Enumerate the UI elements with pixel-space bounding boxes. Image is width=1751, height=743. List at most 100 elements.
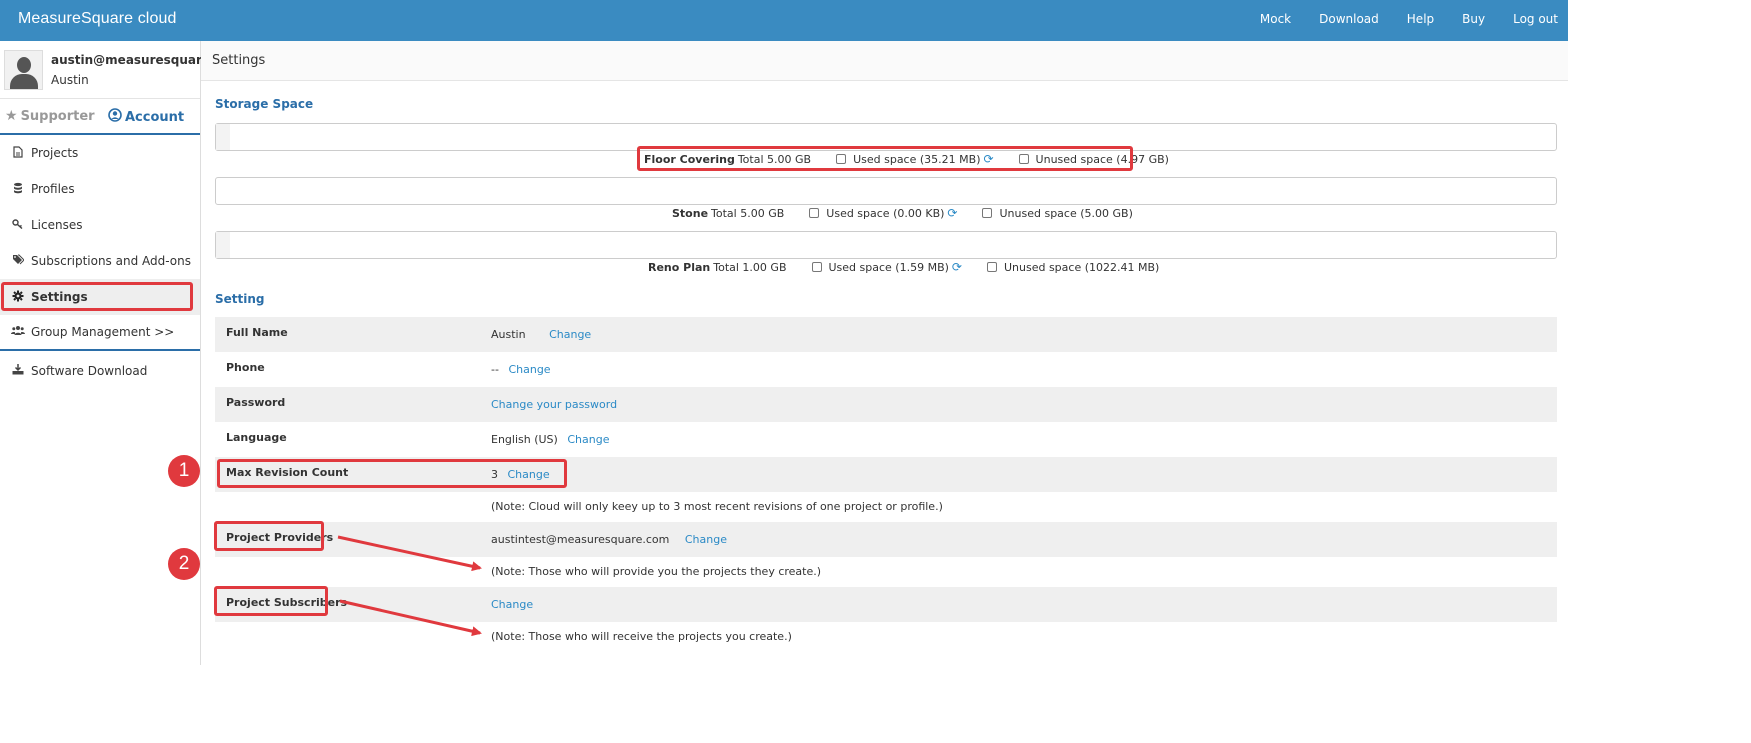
storage-total: Total 1.00 GB	[713, 260, 787, 274]
sidebar-item-profiles[interactable]: Profiles	[0, 171, 200, 207]
change-subscribers-link[interactable]: Change	[491, 598, 533, 611]
users-icon	[10, 325, 26, 339]
refresh-icon[interactable]: ⟳	[952, 260, 962, 274]
storage-bar-fill	[216, 124, 230, 150]
gear-icon	[10, 290, 26, 305]
setting-value: Change	[491, 598, 533, 611]
sidebar-item-label: Profiles	[31, 182, 75, 196]
download-icon	[10, 364, 26, 378]
storage-name: Floor Covering	[644, 152, 735, 166]
change-phone-link[interactable]: Change	[508, 363, 550, 376]
top-navbar: MeasureSquare cloud Mock Download Help B…	[0, 0, 1568, 41]
key-icon	[10, 218, 26, 232]
tab-account[interactable]: Account	[108, 108, 184, 126]
change-language-link[interactable]: Change	[567, 433, 609, 446]
setting-row-phone: Phone -- Change	[215, 352, 1557, 387]
used-space-checkbox[interactable]	[811, 262, 822, 272]
sidebar-item-label: Subscriptions and Add-ons	[31, 254, 192, 268]
phone-value: --	[491, 363, 499, 376]
setting-value: Change your password	[491, 398, 617, 411]
refresh-icon[interactable]: ⟳	[947, 206, 957, 220]
setting-label: Password	[226, 396, 286, 409]
tab-supporter[interactable]: ★ Supporter	[5, 108, 95, 124]
providers-value: austintest@measuresquare.com	[491, 533, 670, 546]
sidebar-item-label: Settings	[31, 290, 88, 304]
sidebar-item-settings[interactable]: Settings	[0, 279, 200, 315]
subscribers-note: (Note: Those who will receive the projec…	[491, 630, 792, 643]
max-revision-value: 3	[491, 468, 498, 481]
nav-help-link[interactable]: Help	[1407, 12, 1434, 26]
change-providers-link[interactable]: Change	[685, 533, 727, 546]
sidebar-item-label: Licenses	[31, 218, 83, 232]
tab-account-label: Account	[125, 109, 185, 125]
setting-row-max-revision: Max Revision Count 3 Change	[215, 457, 1557, 492]
max-revision-note: (Note: Cloud will only keey up to 3 most…	[491, 500, 943, 513]
sidebar-item-software-download[interactable]: Software Download	[0, 353, 200, 389]
tab-supporter-label: Supporter	[20, 108, 95, 124]
setting-label: Full Name	[226, 326, 288, 339]
setting-value: -- Change	[491, 363, 551, 376]
sidebar-item-label: Group Management >>	[31, 325, 175, 339]
database-icon	[10, 182, 26, 197]
language-value: English (US)	[491, 433, 558, 446]
setting-value: 3 Change	[491, 468, 550, 481]
setting-section-title: Setting	[215, 292, 265, 306]
app-brand[interactable]: MeasureSquare cloud	[18, 10, 176, 28]
sidebar-item-label: Software Download	[31, 364, 148, 378]
storage-total: Total 5.00 GB	[737, 152, 812, 166]
sidebar-item-label: Projects	[31, 146, 79, 160]
setting-label: Project Subscribers	[226, 596, 348, 609]
sidebar-item-group-management[interactable]: Group Management >>	[0, 315, 200, 351]
sidebar-item-subscriptions[interactable]: Subscriptions and Add-ons	[0, 243, 200, 279]
refresh-icon[interactable]: ⟳	[983, 152, 993, 166]
nav-download-link[interactable]: Download	[1319, 12, 1379, 26]
unused-space-label: Unused space (5.00 GB)	[999, 206, 1133, 220]
storage-row-floor-covering: Floor Covering Total 5.00 GB Used space …	[644, 152, 1169, 166]
unused-space-label: Unused space (1022.41 MB)	[1003, 260, 1160, 274]
setting-value: austintest@measuresquare.com Change	[491, 533, 727, 546]
setting-label: Language	[226, 431, 287, 444]
change-password-link[interactable]: Change your password	[491, 398, 617, 411]
storage-total: Total 5.00 GB	[711, 206, 785, 220]
change-full-name-link[interactable]: Change	[549, 328, 591, 341]
sidebar-item-projects[interactable]: Projects	[0, 135, 200, 171]
setting-value: English (US) Change	[491, 433, 609, 446]
storage-bar-floor-covering	[215, 123, 1557, 151]
used-space-label: Used space (1.59 MB)	[828, 260, 949, 274]
storage-name: Stone	[672, 206, 709, 220]
providers-note: (Note: Those who will provide you the pr…	[491, 565, 822, 578]
unused-space-checkbox[interactable]	[1018, 154, 1029, 164]
used-space-checkbox[interactable]	[809, 208, 820, 218]
nav-buy-link[interactable]: Buy	[1462, 12, 1485, 26]
annotation-badge-2: 2	[168, 548, 200, 580]
setting-label: Phone	[226, 361, 265, 374]
used-space-checkbox[interactable]	[836, 154, 847, 164]
storage-row-reno-plan: Reno Plan Total 1.00 GB Used space (1.59…	[648, 260, 1159, 274]
breadcrumb: Settings	[201, 41, 1568, 81]
full-name-value: Austin	[491, 328, 526, 341]
unused-space-checkbox[interactable]	[986, 262, 997, 272]
unused-space-label: Unused space (4.97 GB)	[1035, 152, 1169, 166]
setting-label: Max Revision Count	[226, 466, 349, 479]
sidebar-item-licenses[interactable]: Licenses	[0, 207, 200, 243]
unused-space-checkbox[interactable]	[982, 208, 993, 218]
sidebar-menu: Projects Profiles Licenses Subscriptions…	[0, 135, 200, 389]
storage-bar-stone	[215, 177, 1557, 205]
nav-mock-link[interactable]: Mock	[1260, 12, 1291, 26]
setting-row-project-providers: Project Providers austintest@measuresqua…	[215, 522, 1557, 557]
user-panel: austin@measuresquare.c... Austin	[0, 41, 235, 99]
user-circle-icon	[108, 108, 122, 126]
storage-bar-fill	[216, 232, 230, 258]
setting-label: Project Providers	[226, 531, 334, 544]
used-space-label: Used space (0.00 KB)	[826, 206, 945, 220]
storage-section-title: Storage Space	[215, 97, 314, 111]
setting-row-language: Language English (US) Change	[215, 422, 1557, 457]
user-name: Austin	[51, 73, 89, 87]
change-max-revision-link[interactable]: Change	[508, 468, 550, 481]
setting-value: Austin Change	[491, 328, 591, 341]
storage-name: Reno Plan	[648, 260, 711, 274]
setting-row-full-name: Full Name Austin Change	[215, 317, 1557, 352]
tags-icon	[10, 254, 26, 268]
nav-logout-link[interactable]: Log out	[1513, 12, 1558, 26]
annotation-badge-1: 1	[168, 455, 200, 487]
